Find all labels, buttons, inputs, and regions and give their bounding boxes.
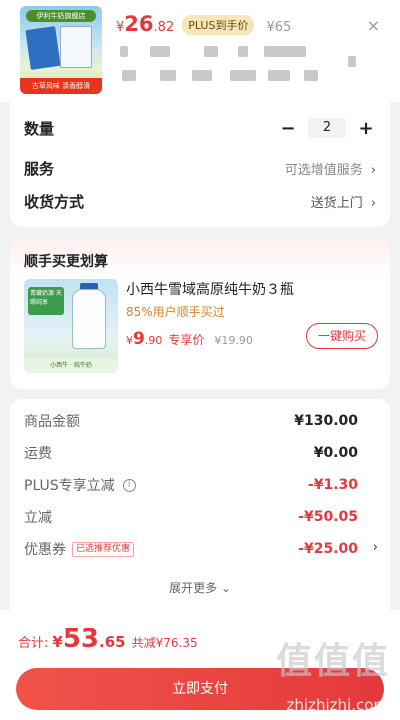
upsell-bought-rate: 85%用户顺手买过 [126, 305, 225, 319]
coupon-row[interactable]: 优惠券 已选推荐优惠 -¥25.00 [24, 538, 358, 560]
upsell-product-name[interactable]: 小西牛雪域高原纯牛奶３瓶 [126, 279, 294, 299]
chevron-right-icon: › [370, 162, 376, 178]
chevron-right-icon: › [370, 195, 376, 211]
blurred-spec [264, 46, 306, 57]
decrease-button[interactable]: − [278, 118, 298, 139]
quantity-input[interactable]: 2 [308, 118, 346, 138]
chevron-right-icon[interactable]: › [373, 540, 378, 555]
close-icon[interactable]: × [367, 16, 380, 35]
instant-discount-row: 立减 -¥50.05 [24, 506, 358, 528]
quantity-stepper: − 2 + [278, 118, 376, 139]
watermark-url: zhizhizhi.com [286, 696, 388, 714]
total-label: 合计: [18, 636, 49, 651]
product-header: 伊利牛奶旗舰店 古草风味 清香醇滑 ¥ 26 .82 PLUS到手价 ¥65 × [0, 0, 400, 102]
price-breakdown-card: 商品金额 ¥130.00 运费 ¥0.00 PLUS专享立减 i -¥1.30 立… [10, 399, 390, 610]
expand-more-link[interactable]: 展开更多 ⌄ [10, 579, 390, 596]
milk-bottle-image [72, 289, 106, 349]
blurred-spec [122, 70, 136, 81]
plus-discount-label: PLUS专享立减 [24, 478, 115, 494]
header-price: ¥ 26 .82 PLUS到手价 ¥65 [116, 12, 292, 36]
total-saved: 共减¥76.35 [131, 636, 198, 650]
blurred-spec [304, 70, 318, 81]
coupon-value: -¥25.00 [298, 541, 358, 557]
thumbnail-ribbon: 古草风味 清香醇滑 [20, 78, 102, 94]
goods-amount-label: 商品金额 [24, 414, 80, 430]
order-options-card: 数量 − 2 + 服务 可选增值服务 › 收货方式 送货上门 › [10, 102, 390, 227]
header-original-price: ¥65 [266, 20, 292, 35]
watermark-logo: 值值值 [275, 641, 390, 682]
total-currency: ¥ [52, 633, 63, 651]
total-int: 53 [62, 624, 100, 654]
increase-button[interactable]: + [356, 118, 376, 139]
total-dec: .65 [99, 633, 126, 651]
one-click-buy-button[interactable]: 一键购买 [306, 323, 378, 349]
upsell-price-dec: .90 [144, 334, 163, 347]
info-icon[interactable]: i [122, 478, 136, 492]
instant-discount-label: 立减 [24, 510, 52, 526]
blurred-spec [192, 70, 212, 81]
upsell-card: 顺手买更划算 青藏奶源 天赐纯享 小西牛 · 纯牛奶 小西牛雪域高原纯牛奶３瓶 … [10, 237, 390, 389]
blurred-spec [160, 70, 176, 81]
upsell-title: 顺手买更划算 [24, 254, 108, 270]
quantity-row: 数量 − 2 + [24, 116, 376, 140]
upsell-product-image[interactable]: 青藏奶源 天赐纯享 小西牛 · 纯牛奶 [24, 279, 118, 373]
order-total: 合计: ¥ 53 .65 共减¥76.35 [18, 624, 198, 654]
quantity-label: 数量 [24, 119, 55, 138]
thumbnail-store-label: 伊利牛奶旗舰店 [26, 10, 96, 22]
plus-discount-value: -¥1.30 [307, 477, 358, 493]
product-thumbnail: 伊利牛奶旗舰店 古草风味 清香醇滑 [20, 6, 102, 94]
delivery-row[interactable]: 收货方式 送货上门 › [24, 189, 376, 213]
service-row[interactable]: 服务 可选增值服务 › [24, 156, 376, 180]
shipping-value: ¥0.00 [313, 445, 358, 461]
delivery-label: 收货方式 [24, 192, 85, 211]
delivery-value: 送货上门 [310, 195, 363, 211]
service-label: 服务 [24, 159, 55, 178]
image-strip: 小西牛 · 纯牛奶 [24, 359, 118, 373]
blurred-spec [268, 70, 290, 81]
header-currency: ¥ [116, 20, 125, 35]
blurred-spec [230, 70, 256, 81]
blurred-spec [120, 46, 128, 57]
header-price-dec: .82 [153, 20, 175, 35]
coupon-selected-tag: 已选推荐优惠 [72, 541, 135, 557]
upsell-price-int: 9 [133, 329, 145, 349]
shipping-row: 运费 ¥0.00 [24, 442, 358, 464]
blurred-spec [150, 46, 170, 57]
upsell-original-price: ¥19.90 [214, 334, 253, 347]
upsell-price: ¥ 9 .90 专享价 ¥19.90 [126, 329, 253, 349]
coupon-label: 优惠券 [24, 542, 66, 558]
service-value: 可选增值服务 [284, 162, 363, 178]
shipping-label: 运费 [24, 446, 52, 462]
blurred-spec [238, 46, 248, 57]
header-price-int: 26 [124, 12, 154, 36]
upsell-exclusive-label: 专享价 [168, 333, 205, 347]
upsell-currency: ¥ [126, 334, 133, 347]
plus-price-badge: PLUS到手价 [182, 15, 255, 35]
instant-discount-value: -¥50.05 [298, 509, 358, 525]
blurred-spec [204, 46, 218, 57]
milk-carton-image [60, 26, 92, 68]
goods-amount-row: 商品金额 ¥130.00 [24, 410, 358, 432]
goods-amount-value: ¥130.00 [294, 413, 358, 429]
plus-discount-row: PLUS专享立减 i -¥1.30 [24, 474, 358, 496]
milk-box-image [25, 26, 61, 70]
blurred-spec [348, 56, 356, 67]
image-tag: 青藏奶源 天赐纯享 [28, 287, 64, 315]
